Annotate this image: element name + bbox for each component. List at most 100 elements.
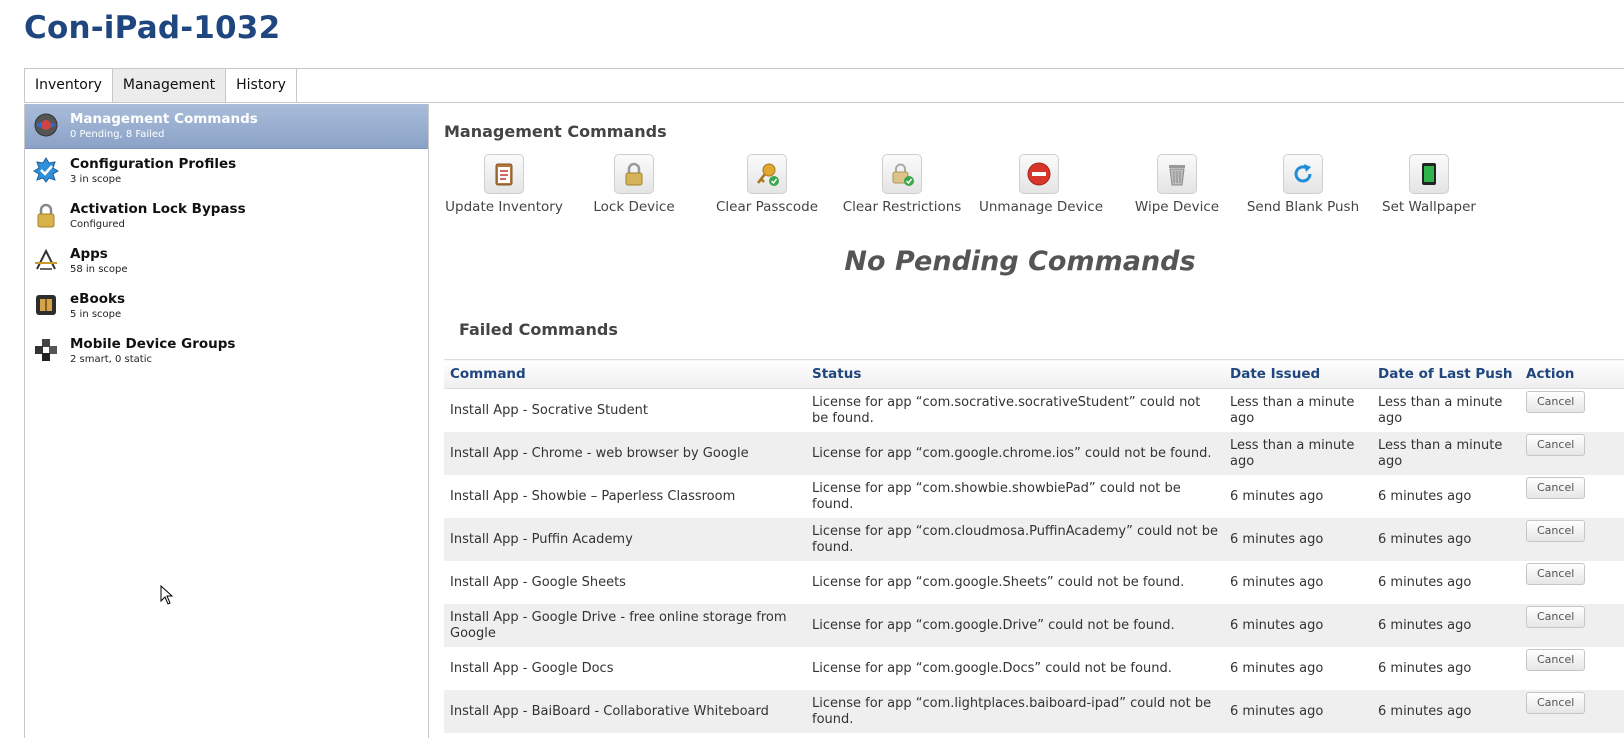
table-row: Install App - Puffin Academy License for… <box>444 518 1624 561</box>
command-cell: Install App - Google Docs <box>450 660 614 676</box>
column-header-action: Action <box>1520 359 1624 389</box>
sidebar-item-sublabel: 2 smart, 0 static <box>70 354 153 365</box>
date-last-push-cell: 6 minutes ago <box>1372 690 1520 733</box>
action-cell: Cancel <box>1520 690 1624 733</box>
date-issued-cell: Less than a minute ago <box>1230 394 1355 426</box>
app-store-icon <box>35 248 57 270</box>
send-blank-push-button[interactable]: Send Blank Push <box>1243 154 1363 215</box>
sidebar-item-label: Activation Lock Bypass <box>70 201 246 217</box>
command-cell: Install App - Google Drive - free online… <box>444 604 806 647</box>
tab-bar: Inventory Management History <box>24 68 1624 103</box>
date-last-push-cell: 6 minutes ago <box>1372 604 1520 647</box>
lock-check-icon <box>892 163 914 186</box>
table-row: Install App - Chrome - web browser by Go… <box>444 432 1624 475</box>
configuration-profile-badge-icon <box>33 157 59 183</box>
set-wallpaper-button[interactable]: Set Wallpaper <box>1379 154 1479 215</box>
clear-passcode-button[interactable]: Clear Passcode <box>712 154 822 215</box>
date-issued-cell: 6 minutes ago <box>1230 574 1324 590</box>
no-pending-message: No Pending Commands <box>844 246 1196 277</box>
tablet-device-icon <box>1422 163 1436 185</box>
status-cell: License for app “com.lightplaces.baiboar… <box>806 690 1224 733</box>
tab-inventory[interactable]: Inventory <box>25 69 113 102</box>
unmanage-device-button[interactable]: Unmanage Device <box>979 154 1103 215</box>
sidebar-item-label: Management Commands <box>70 111 258 127</box>
cancel-button[interactable]: Cancel <box>1526 648 1586 671</box>
groups-icon <box>35 339 57 361</box>
action-cell: Cancel <box>1520 561 1624 604</box>
cancel-button[interactable]: Cancel <box>1526 519 1586 542</box>
sidebar-item-sublabel: 5 in scope <box>70 309 122 320</box>
sidebar-item-apps[interactable]: Apps 58 in scope <box>25 239 428 284</box>
sidebar-item-configuration-profiles[interactable]: Configuration Profiles 3 in scope <box>25 149 428 194</box>
date-last-push-cell: 6 minutes ago <box>1378 660 1472 676</box>
date-issued-cell: 6 minutes ago <box>1224 604 1372 647</box>
date-issued-cell: 6 minutes ago <box>1224 690 1372 733</box>
sidebar-item-label: eBooks <box>70 291 126 307</box>
no-entry-icon <box>1027 162 1051 186</box>
action-cell: Cancel <box>1520 432 1624 475</box>
date-last-push-cell: 6 minutes ago <box>1378 574 1472 590</box>
command-toolbar: Update Inventory Lock Device Clear Passc… <box>444 154 1524 234</box>
command-cell: Install App - Chrome - web browser by Go… <box>444 432 806 475</box>
table-row: Install App - Showbie – Paperless Classr… <box>444 475 1624 518</box>
command-cell: Install App - BaiBoard - Collaborative W… <box>444 690 806 733</box>
wipe-device-button[interactable]: Wipe Device <box>1127 154 1227 215</box>
main-panel: Management Commands Update Inventory Loc… <box>430 104 1624 738</box>
padlock-icon <box>625 162 643 186</box>
column-header-command[interactable]: Command <box>444 359 806 389</box>
sidebar-item-activation-lock-bypass[interactable]: Activation Lock Bypass Configured <box>25 194 428 239</box>
table-row: Install App - Google Sheets License for … <box>444 561 1624 604</box>
action-cell: Cancel <box>1520 604 1624 647</box>
mouse-pointer-icon <box>160 585 174 605</box>
sidebar: Management Commands 0 Pending, 8 Failed … <box>24 104 429 738</box>
cancel-button[interactable]: Cancel <box>1526 562 1586 585</box>
date-last-push-cell: 6 minutes ago <box>1372 518 1520 561</box>
status-cell: License for app “com.google.Sheets” coul… <box>812 574 1185 590</box>
date-last-push-cell: 6 minutes ago <box>1378 488 1472 504</box>
command-cell: Install App - Puffin Academy <box>444 518 806 561</box>
update-inventory-button[interactable]: Update Inventory <box>444 154 564 215</box>
table-header-row: Command Status Date Issued Date of Last … <box>444 359 1624 389</box>
sidebar-item-sublabel: 0 Pending, 8 Failed <box>70 129 165 140</box>
cancel-button[interactable]: Cancel <box>1526 605 1586 628</box>
sidebar-item-mobile-device-groups[interactable]: Mobile Device Groups 2 smart, 0 static <box>25 329 428 374</box>
sidebar-item-sublabel: 3 in scope <box>70 174 122 185</box>
tab-management[interactable]: Management <box>112 69 227 102</box>
cancel-button[interactable]: Cancel <box>1526 691 1586 714</box>
lock-device-button[interactable]: Lock Device <box>584 154 684 215</box>
status-cell: License for app “com.google.Drive” could… <box>806 604 1224 647</box>
date-issued-cell: 6 minutes ago <box>1230 488 1324 504</box>
column-header-date-last-push[interactable]: Date of Last Push <box>1372 359 1520 389</box>
table-row: Install App - BaiBoard - Collaborative W… <box>444 690 1624 733</box>
key-check-icon <box>757 163 779 186</box>
status-cell: License for app “com.cloudmosa.PuffinAca… <box>806 518 1224 561</box>
column-header-status[interactable]: Status <box>806 359 1224 389</box>
sidebar-item-sublabel: 58 in scope <box>70 264 128 275</box>
status-cell: License for app “com.google.chrome.ios” … <box>806 432 1224 475</box>
cancel-button[interactable]: Cancel <box>1526 390 1586 413</box>
status-cell: License for app “com.socrative.socrative… <box>812 394 1201 426</box>
date-last-push-cell: Less than a minute ago <box>1378 394 1503 426</box>
sidebar-item-management-commands[interactable]: Management Commands 0 Pending, 8 Failed <box>25 104 428 149</box>
cancel-button[interactable]: Cancel <box>1526 433 1586 456</box>
status-cell: License for app “com.google.Docs” could … <box>812 660 1172 676</box>
column-header-date-issued[interactable]: Date Issued <box>1224 359 1372 389</box>
date-issued-cell: 6 minutes ago <box>1224 518 1372 561</box>
section-title: Management Commands <box>444 122 667 141</box>
command-cell: Install App - Showbie – Paperless Classr… <box>450 488 736 504</box>
action-cell: Cancel <box>1520 389 1624 433</box>
failed-commands-table: Command Status Date Issued Date of Last … <box>444 359 1624 733</box>
sidebar-item-ebooks[interactable]: eBooks 5 in scope <box>25 284 428 329</box>
table-row: Install App - Google Docs License for ap… <box>444 647 1624 690</box>
status-cell: License for app “com.showbie.showbiePad”… <box>812 480 1181 512</box>
clipboard-checklist-icon <box>495 163 513 186</box>
action-cell: Cancel <box>1520 518 1624 561</box>
clear-restrictions-button[interactable]: Clear Restrictions <box>842 154 962 215</box>
cancel-button[interactable]: Cancel <box>1526 476 1586 499</box>
management-commands-icon <box>34 113 58 137</box>
tab-history[interactable]: History <box>226 69 297 102</box>
sidebar-item-label: Mobile Device Groups <box>70 336 236 352</box>
sidebar-item-label: Configuration Profiles <box>70 156 237 172</box>
refresh-arrow-icon <box>1294 164 1312 183</box>
date-issued-cell: 6 minutes ago <box>1230 660 1324 676</box>
